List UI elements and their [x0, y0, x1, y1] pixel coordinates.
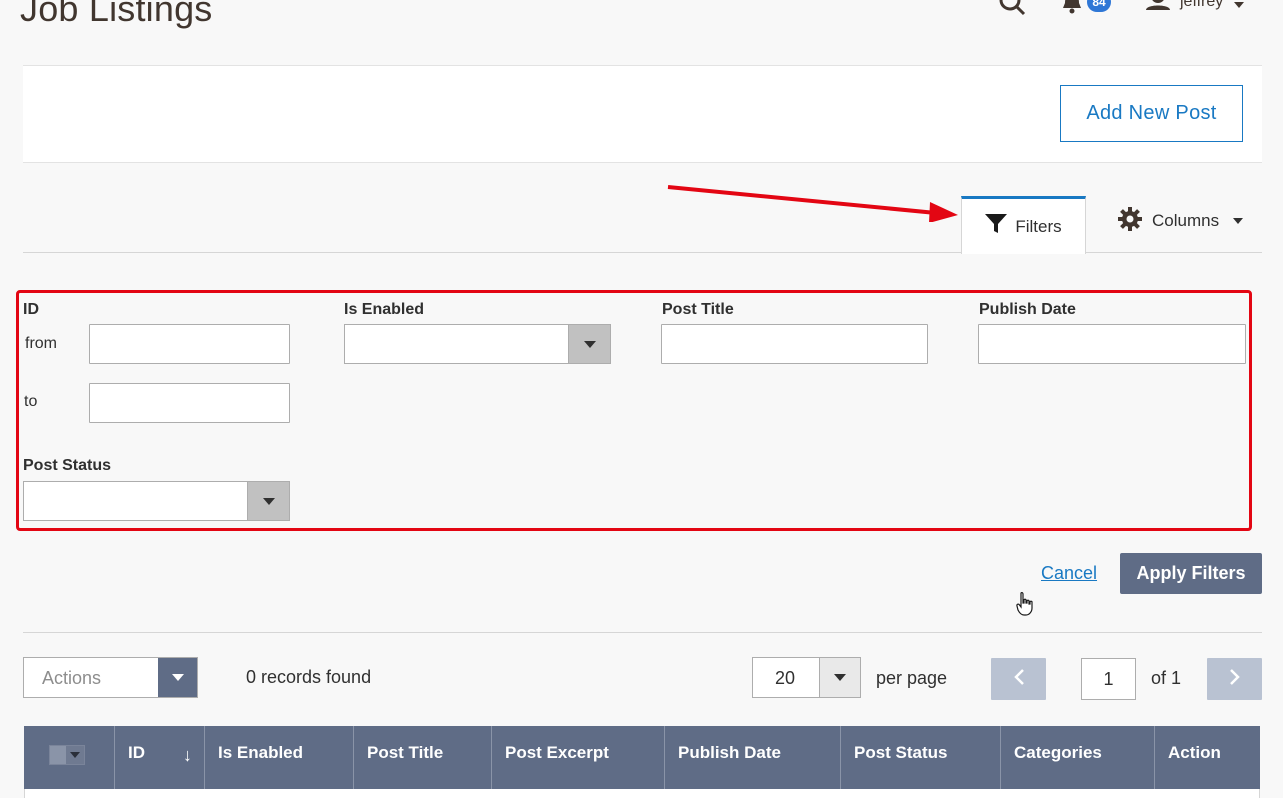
id-from-input[interactable]: [89, 324, 290, 364]
add-new-post-button[interactable]: Add New Post: [1060, 85, 1243, 142]
gear-icon: [1118, 206, 1142, 236]
page-title: Job Listings: [20, 0, 213, 29]
id-filter-label: ID: [23, 301, 39, 318]
section-divider: [23, 632, 1262, 633]
previous-page-button[interactable]: [991, 658, 1046, 700]
grid-body: [24, 789, 1260, 798]
publish-date-input[interactable]: [978, 324, 1246, 364]
apply-filters-button[interactable]: Apply Filters: [1120, 553, 1262, 594]
column-header-post-excerpt[interactable]: Post Excerpt: [491, 726, 664, 789]
column-header-publish-date[interactable]: Publish Date: [664, 726, 840, 789]
chevron-left-icon: [1013, 668, 1025, 691]
id-from-label: from: [25, 335, 57, 352]
publish-date-filter-label: Publish Date: [979, 301, 1076, 318]
chevron-down-icon: [66, 746, 84, 764]
column-header-post-status[interactable]: Post Status: [840, 726, 1000, 789]
sort-arrow-icon: ↓: [183, 745, 192, 765]
filter-icon: [985, 214, 1008, 239]
tab-columns-label: Columns: [1152, 211, 1220, 230]
search-icon[interactable]: [998, 0, 1028, 25]
cancel-filters-link[interactable]: Cancel: [1041, 563, 1097, 584]
post-status-filter-label: Post Status: [23, 457, 112, 474]
records-found-count: 0 records found: [246, 667, 372, 687]
total-pages-label: of 1: [1151, 668, 1182, 688]
chevron-down-icon[interactable]: [1234, 2, 1244, 8]
select-all-checkbox[interactable]: [49, 745, 85, 765]
column-header-categories[interactable]: Categories: [1000, 726, 1154, 789]
user-icon[interactable]: [1145, 0, 1171, 21]
column-header-action: Action: [1154, 726, 1260, 789]
current-page-input[interactable]: 1: [1081, 658, 1136, 700]
notification-count-badge[interactable]: 84: [1087, 0, 1111, 12]
user-menu-name[interactable]: jeffrey: [1180, 0, 1223, 11]
column-header-id[interactable]: ID ↓: [114, 726, 204, 789]
is-enabled-select[interactable]: [344, 324, 611, 364]
actions-select-label: Actions: [42, 668, 102, 688]
chevron-right-icon: [1229, 668, 1241, 691]
chevron-down-icon: [568, 325, 610, 363]
tab-columns[interactable]: Columns: [1118, 206, 1244, 236]
grid-header-row: ID ↓ Is Enabled Post Title Post Excerpt …: [24, 726, 1260, 789]
chevron-down-icon: [158, 658, 197, 697]
post-status-select[interactable]: [23, 481, 290, 521]
per-page-label: per page: [876, 668, 948, 688]
hand-cursor-icon: [1016, 591, 1034, 621]
column-header-label: ID: [128, 743, 145, 762]
post-title-input[interactable]: [661, 324, 928, 364]
tab-filters[interactable]: Filters: [961, 196, 1086, 254]
mass-actions-select[interactable]: Actions: [23, 657, 198, 698]
id-to-label: to: [24, 393, 38, 410]
tab-filters-label: Filters: [1015, 216, 1062, 236]
post-title-filter-label: Post Title: [662, 301, 734, 318]
chevron-down-icon: [819, 658, 860, 697]
id-to-input[interactable]: [89, 383, 290, 423]
next-page-button[interactable]: [1207, 658, 1262, 700]
select-all-header[interactable]: [24, 726, 114, 789]
page-size-value: 20: [775, 668, 796, 688]
chevron-down-icon: [247, 482, 289, 520]
page-size-select[interactable]: 20: [752, 657, 861, 698]
bell-icon[interactable]: [1060, 0, 1084, 21]
column-header-is-enabled[interactable]: Is Enabled: [204, 726, 353, 789]
chevron-down-icon: [1233, 218, 1244, 224]
is-enabled-filter-label: Is Enabled: [344, 301, 425, 318]
red-arrow-annotation: [666, 182, 961, 227]
column-header-post-title[interactable]: Post Title: [353, 726, 491, 789]
